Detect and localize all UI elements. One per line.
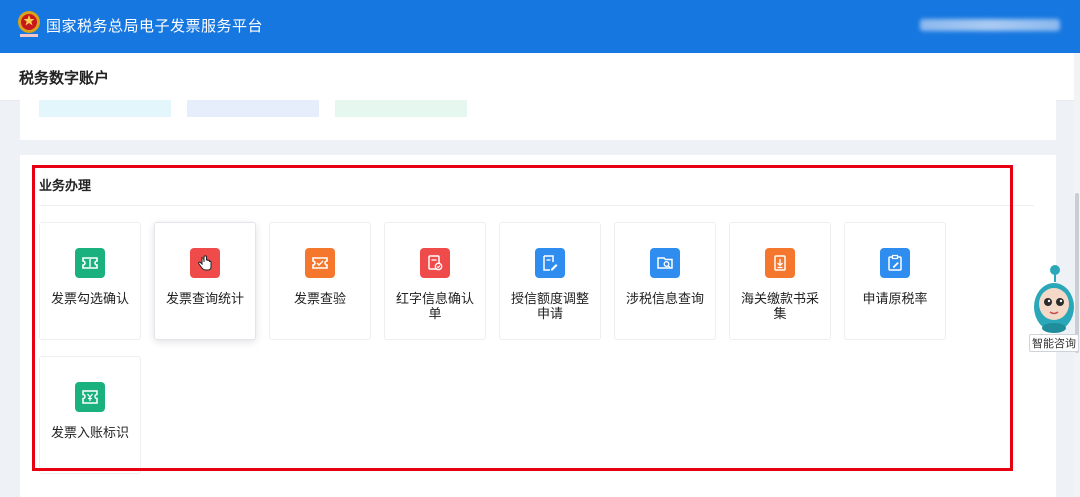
summary-card-1[interactable] (39, 100, 171, 117)
clipboard-edit-icon (880, 248, 910, 278)
section-title: 业务办理 (39, 179, 92, 194)
summary-card-3[interactable] (335, 100, 467, 117)
service-label: 发票查验 (293, 292, 346, 307)
search-folder-icon (650, 248, 680, 278)
service-card-invoice-check-confirm[interactable]: 发票勾选确认 (39, 222, 141, 340)
service-label: 红字信息确认单 (395, 292, 474, 322)
ticket-check-icon (305, 248, 335, 278)
service-label: 发票查询统计 (165, 292, 244, 307)
summary-card-2[interactable] (187, 100, 319, 117)
top-bar: 国家税务总局电子发票服务平台 (0, 0, 1080, 53)
summary-panel (20, 100, 1056, 140)
download-document-icon (765, 248, 795, 278)
tax-emblem-icon (18, 11, 40, 37)
edit-document-icon (535, 248, 565, 278)
service-card-original-tax-rate[interactable]: 申请原税率 (844, 222, 946, 340)
document-check-icon (420, 248, 450, 278)
service-card-customs-payment[interactable]: 海关缴款书采集 (729, 222, 831, 340)
service-label: 海关缴款书采集 (740, 292, 819, 322)
service-card-tax-info-query[interactable]: 涉税信息查询 (614, 222, 716, 340)
service-card-invoice-query-stats[interactable]: 发票查询统计 (154, 222, 256, 340)
ticket-icon (75, 248, 105, 278)
service-label: 申请原税率 (862, 292, 928, 307)
smart-consult-button[interactable]: 智能咨询 (1029, 334, 1079, 352)
ticket-mark-icon (75, 382, 105, 412)
service-card-invoice-entry-mark[interactable]: 发票入账标识 (39, 356, 141, 474)
service-label: 涉税信息查询 (625, 292, 704, 307)
page-title: 税务数字账户 (19, 69, 110, 87)
service-label: 发票入账标识 (50, 426, 129, 441)
section-divider (39, 205, 1034, 206)
service-card-red-letter-confirm[interactable]: 红字信息确认单 (384, 222, 486, 340)
platform-title: 国家税务总局电子发票服务平台 (46, 17, 264, 35)
service-label: 发票勾选确认 (50, 292, 129, 307)
service-card-credit-adjust[interactable]: 授信额度调整申请 (499, 222, 601, 340)
service-card-invoice-verify[interactable]: 发票查验 (269, 222, 371, 340)
service-label: 授信额度调整申请 (510, 292, 589, 322)
sub-header: 税务数字账户 (0, 53, 1078, 101)
user-info[interactable] (920, 19, 1060, 31)
hand-pointer-icon (190, 248, 220, 278)
